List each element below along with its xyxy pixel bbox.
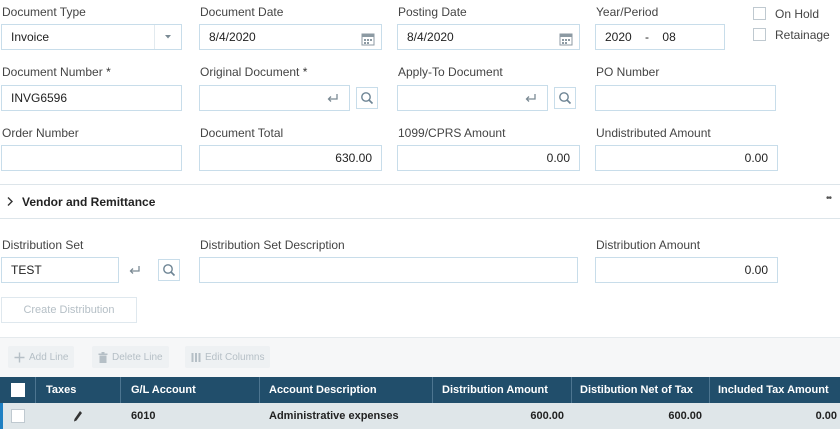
row-select-cell [0, 403, 35, 429]
edit-columns-button[interactable]: Edit Columns [185, 346, 271, 368]
net-of-tax-cell: 600.00 [668, 410, 702, 422]
calendar-icon[interactable] [559, 30, 573, 49]
posting-date-label: Posting Date [398, 5, 467, 19]
document-date-value: 8/4/2020 [209, 30, 256, 44]
distribution-set-lookup-button[interactable] [158, 259, 180, 281]
add-line-button[interactable]: Add Line [8, 346, 75, 368]
order-number-field[interactable] [1, 145, 182, 171]
required-mark: * [106, 65, 111, 79]
edit-columns-label: Edit Columns [205, 351, 265, 363]
year-period-label: Year/Period [596, 5, 659, 19]
po-number-label: PO Number [596, 65, 660, 79]
document-date-field[interactable]: 8/4/2020 [199, 24, 382, 50]
account-description-cell: Administrative expenses [269, 410, 399, 422]
column-header-account-description[interactable]: Account Description [269, 377, 377, 403]
apply-to-document-lookup-button[interactable] [554, 87, 576, 109]
distribution-set-field[interactable]: TEST [1, 257, 119, 283]
distribution-amount-cell[interactable]: 600.00 [432, 403, 564, 429]
document-type-value: Invoice [11, 30, 50, 44]
on-hold-label: On Hold [775, 7, 820, 21]
delete-line-button[interactable]: Delete Line [92, 346, 169, 368]
enter-icon[interactable] [325, 90, 341, 109]
plus-icon [14, 352, 25, 362]
enter-icon[interactable] [127, 262, 143, 281]
apply-to-document-label: Apply-To Document [398, 65, 503, 79]
document-date-label: Document Date [200, 5, 284, 19]
chevron-down-icon[interactable] [154, 25, 181, 49]
distribution-amount-label: Distribution Amount [596, 238, 701, 252]
year-period-field[interactable]: 2020 - 08 [595, 24, 725, 50]
distribution-set-description-label: Distribution Set Description [200, 238, 345, 252]
pencil-icon[interactable] [73, 403, 83, 429]
trash-icon [98, 351, 108, 363]
order-number-label: Order Number [2, 126, 79, 140]
document-number-field[interactable]: INVG6596 [1, 85, 182, 111]
enter-icon[interactable] [523, 90, 539, 109]
distribution-set-description-field[interactable] [199, 257, 578, 283]
search-icon [361, 92, 374, 105]
section-title: Vendor and Remittance [22, 194, 156, 209]
on-hold-checkbox[interactable] [753, 7, 766, 20]
year-value: 2020 [605, 30, 632, 44]
column-header-included-tax[interactable]: Included Tax Amount [718, 377, 829, 403]
column-header-taxes[interactable]: Taxes [46, 377, 76, 403]
original-document-label: Original Document * [200, 65, 308, 79]
section-divider-bottom [0, 218, 840, 219]
search-icon [163, 264, 176, 277]
columns-icon [191, 352, 201, 362]
select-all-checkbox[interactable] [10, 383, 25, 397]
row-checkbox[interactable] [10, 409, 25, 423]
cprs-amount-label: 1099/CPRS Amount [398, 126, 506, 140]
column-header-distribution-amount[interactable]: Distribution Amount [442, 377, 548, 403]
add-line-label: Add Line [29, 351, 69, 363]
section-divider-top [0, 184, 840, 185]
vendor-remittance-section-header[interactable]: Vendor and Remittance [0, 188, 840, 215]
more-options-icon[interactable]: •• [826, 193, 832, 204]
document-number-label: Document Number * [2, 65, 111, 79]
original-document-lookup-button[interactable] [356, 87, 378, 109]
posting-date-field[interactable]: 8/4/2020 [397, 24, 580, 50]
delete-line-label: Delete Line [112, 351, 163, 363]
undistributed-amount-label: Undistributed Amount [596, 126, 711, 140]
document-total-field[interactable]: 630.00 [199, 145, 382, 171]
period-value: 08 [662, 30, 676, 44]
select-all-cell [0, 377, 35, 403]
undistributed-amount-field: 0.00 [595, 145, 778, 171]
chevron-right-icon [6, 196, 14, 207]
document-total-label: Document Total [200, 126, 284, 140]
table-row[interactable]: 6010 Administrative expenses 600.00 600.… [0, 403, 840, 429]
search-icon [559, 92, 572, 105]
gl-account-cell[interactable]: 6010 [131, 403, 155, 429]
retainage-checkbox[interactable] [753, 28, 766, 41]
po-number-field[interactable] [595, 85, 776, 111]
required-mark: * [302, 65, 308, 79]
document-type-label: Document Type [2, 5, 86, 19]
calendar-icon[interactable] [361, 30, 375, 49]
cprs-amount-field[interactable]: 0.00 [397, 145, 580, 171]
year-period-separator: - [645, 30, 650, 44]
posting-date-value: 8/4/2020 [407, 30, 454, 44]
distribution-set-label: Distribution Set [2, 238, 84, 252]
column-header-gl-account[interactable]: G/L Account [131, 377, 196, 403]
document-type-select[interactable]: Invoice [1, 24, 182, 50]
grid-header-row: Taxes G/L Account Account Description Di… [0, 377, 840, 403]
create-distribution-button[interactable]: Create Distribution [1, 297, 137, 323]
retainage-label: Retainage [775, 28, 830, 42]
included-tax-cell[interactable]: 0.00 [709, 403, 837, 429]
distribution-amount-field[interactable]: 0.00 [595, 257, 778, 283]
column-header-net-of-tax[interactable]: Distibution Net of Tax [580, 377, 693, 403]
